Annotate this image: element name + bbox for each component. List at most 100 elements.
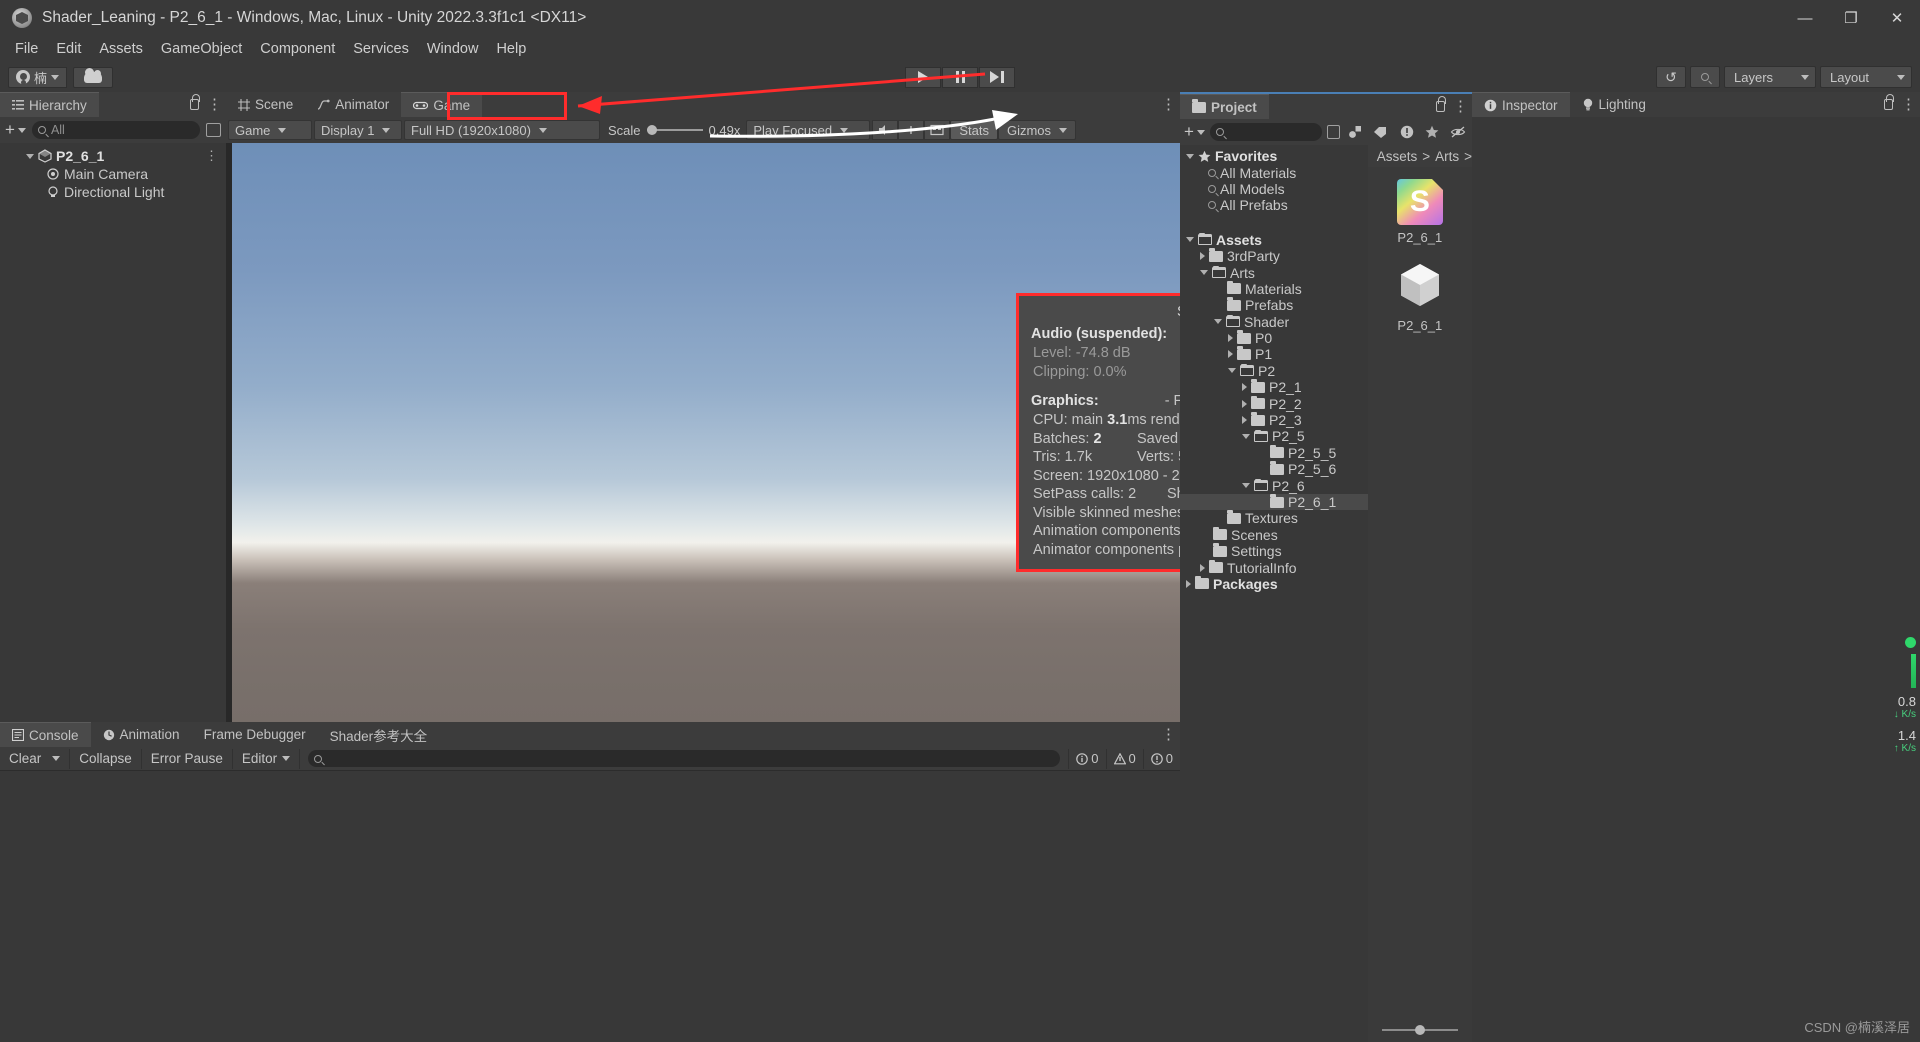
project-item-p2-5-6[interactable]: P2_5_6 [1180, 461, 1368, 477]
layers-dropdown[interactable]: Layers [1724, 66, 1816, 88]
tab-lighting[interactable]: Lighting [1570, 92, 1658, 117]
project-item-p0[interactable]: P0 [1180, 330, 1368, 346]
menu-assets[interactable]: Assets [90, 39, 152, 59]
twisty-closed-icon[interactable] [1228, 350, 1233, 359]
project-item-favorites[interactable]: Favorites [1180, 148, 1368, 164]
menu-file[interactable]: File [6, 39, 47, 59]
project-item-p2-3[interactable]: P2_3 [1180, 412, 1368, 428]
lock-icon[interactable] [190, 94, 200, 110]
tab-frame-debugger[interactable]: Frame Debugger [192, 722, 318, 747]
display-mode-dropdown[interactable]: Game [228, 120, 312, 140]
tab-animator[interactable]: Animator [305, 92, 401, 117]
layout-dropdown[interactable]: Layout [1820, 66, 1912, 88]
twisty-closed-icon[interactable] [1200, 563, 1205, 572]
project-menu-icon[interactable]: ⋮ [1453, 99, 1468, 114]
hierarchy-item-scene[interactable]: P2_6_1 ⋮ [0, 147, 226, 165]
game-view-menu-icon[interactable]: ⋮ [1161, 97, 1176, 112]
project-item-arts[interactable]: Arts [1180, 264, 1368, 281]
project-item-p2-5-5[interactable]: P2_5_5 [1180, 444, 1368, 461]
display-dropdown[interactable]: Display 1 [314, 120, 402, 140]
twisty-closed-icon[interactable] [1200, 252, 1205, 261]
hierarchy-row-menu-icon[interactable]: ⋮ [205, 148, 218, 164]
project-item-p2-2[interactable]: P2_2 [1180, 395, 1368, 412]
project-item-p2-5[interactable]: P2_5 [1180, 428, 1368, 444]
twisty-open-icon[interactable] [1242, 483, 1250, 489]
tab-console[interactable]: Console [0, 722, 91, 747]
undo-history-button[interactable]: ↺ [1656, 66, 1686, 88]
expand-search-icon[interactable] [1326, 125, 1341, 139]
tab-animation[interactable]: Animation [91, 722, 192, 747]
project-item-materials[interactable]: Materials [1180, 280, 1368, 297]
console-menu-icon[interactable]: ⋮ [1161, 727, 1176, 742]
project-item-all-prefabs[interactable]: All Prefabs [1180, 197, 1368, 213]
asset-item-material[interactable]: P2_6_1 [1375, 261, 1465, 333]
project-item-settings[interactable]: Settings [1180, 543, 1368, 559]
chevron-down-icon[interactable] [52, 756, 61, 761]
mute-audio-button[interactable] [872, 120, 899, 140]
breadcrumb-arts[interactable]: Arts [1435, 149, 1459, 164]
resolution-dropdown[interactable]: Full HD (1920x1080) [404, 120, 600, 140]
step-button[interactable] [979, 66, 1015, 88]
log-count[interactable]: 0 [1068, 748, 1105, 769]
breadcrumb-assets[interactable]: Assets [1377, 149, 1418, 164]
project-item-3rdparty[interactable]: 3rdParty [1180, 248, 1368, 264]
filter-warnings-button[interactable] [1396, 122, 1417, 142]
twisty-closed-icon[interactable] [1186, 579, 1191, 588]
asset-zoom-slider[interactable] [1368, 1022, 1472, 1038]
asset-item-shader[interactable]: S P2_6_1 [1375, 179, 1465, 245]
tab-shader-reference[interactable]: Shader参考大全 [318, 722, 440, 747]
menu-edit[interactable]: Edit [47, 39, 90, 59]
play-mode-dropdown[interactable]: Play Focused [746, 120, 871, 140]
project-item-shader[interactable]: Shader [1180, 314, 1368, 330]
twisty-closed-icon[interactable] [1228, 334, 1233, 343]
filter-favorites-button[interactable] [1422, 122, 1443, 142]
hidden-packages-button[interactable] [1447, 122, 1468, 142]
vsync-button[interactable] [898, 120, 925, 140]
asset-zoom-knob[interactable] [1415, 1025, 1426, 1035]
game-render-canvas[interactable]: Statistics Audio (suspended): Level: -74… [226, 143, 1180, 722]
project-item-tutorialinfo[interactable]: TutorialInfo [1180, 559, 1368, 576]
project-search-input[interactable] [1209, 123, 1322, 141]
project-item-all-materials[interactable]: All Materials [1180, 164, 1368, 181]
hierarchy-item-directional-light[interactable]: Directional Light [0, 183, 226, 201]
project-item-p2-6[interactable]: P2_6 [1180, 477, 1368, 494]
twisty-closed-icon[interactable] [1242, 399, 1247, 408]
menu-help[interactable]: Help [487, 39, 535, 59]
maximize-button[interactable]: ❐ [1828, 0, 1874, 36]
lock-icon[interactable] [1884, 94, 1894, 110]
twisty-closed-icon[interactable] [1242, 416, 1247, 425]
tab-inspector[interactable]: Inspector [1472, 92, 1570, 117]
collapse-toggle[interactable]: Collapse [70, 748, 142, 769]
maximize-on-play-button[interactable] [924, 120, 951, 140]
create-object-button[interactable]: + [5, 120, 26, 140]
console-log-area[interactable] [0, 771, 1180, 1042]
menu-component[interactable]: Component [251, 39, 344, 59]
project-item-scenes[interactable]: Scenes [1180, 526, 1368, 543]
project-item-p1[interactable]: P1 [1180, 346, 1368, 362]
inspector-menu-icon[interactable]: ⋮ [1901, 97, 1916, 112]
console-search-input[interactable] [308, 750, 1061, 767]
clear-button[interactable]: Clear [0, 748, 71, 769]
hierarchy-search-input[interactable]: All [31, 121, 200, 139]
twisty-open-icon[interactable] [1200, 270, 1208, 276]
project-item-prefabs[interactable]: Prefabs [1180, 297, 1368, 313]
cloud-button[interactable] [73, 66, 114, 88]
stats-toggle[interactable]: Stats [950, 120, 998, 140]
play-button[interactable] [905, 66, 941, 88]
filter-by-label-button[interactable] [1371, 122, 1392, 142]
tab-game[interactable]: Game [401, 92, 483, 117]
gizmos-dropdown[interactable]: Gizmos [997, 120, 1077, 140]
warning-count[interactable]: 0 [1105, 748, 1143, 769]
expand-search-icon[interactable] [206, 123, 221, 137]
project-item-p2-6-1[interactable]: P2_6_1 [1180, 493, 1368, 511]
twisty-open-icon[interactable] [1228, 368, 1236, 374]
error-count[interactable]: 0 [1142, 748, 1180, 769]
menu-services[interactable]: Services [344, 39, 418, 59]
twisty-open-icon[interactable] [1186, 153, 1194, 159]
tab-project[interactable]: Project [1180, 94, 1269, 119]
scale-slider-knob[interactable] [646, 125, 657, 135]
twisty-open-icon[interactable] [1242, 433, 1250, 439]
scale-slider[interactable] [646, 125, 703, 135]
tab-hierarchy[interactable]: Hierarchy [0, 92, 99, 117]
lock-icon[interactable] [1436, 96, 1446, 112]
